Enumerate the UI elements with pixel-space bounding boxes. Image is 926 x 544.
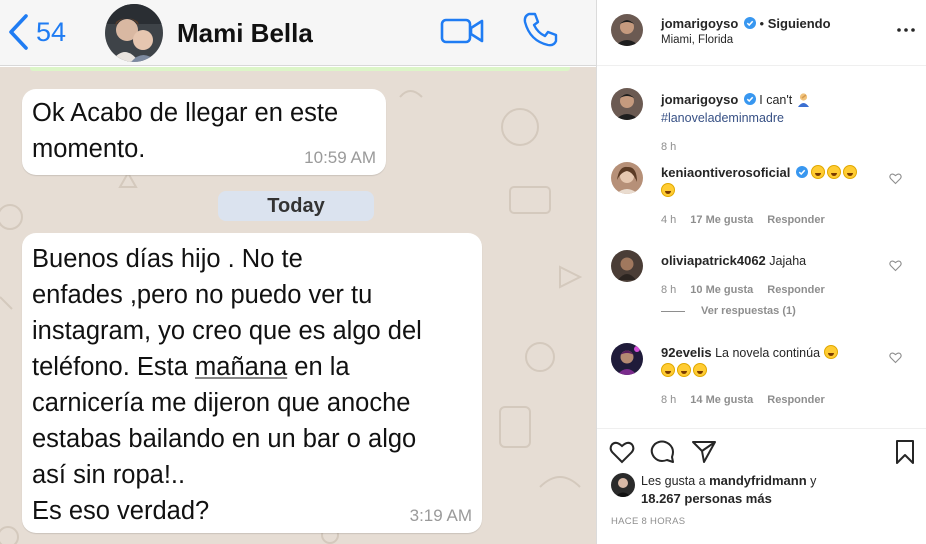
message-time: 3:19 AM bbox=[409, 506, 472, 525]
chat-header: 54 Mami Bella bbox=[0, 0, 596, 66]
caption: jomarigoyso I can't #lanovelademinmadre bbox=[661, 91, 881, 127]
comment-text: Jajaha bbox=[769, 254, 807, 268]
grinning-squinting-emoji bbox=[661, 363, 675, 377]
underlined-word[interactable]: mañana bbox=[195, 353, 287, 381]
message-time: 10:59 AM bbox=[304, 148, 376, 167]
username[interactable]: jomarigoyso bbox=[661, 92, 738, 107]
heart-icon[interactable] bbox=[609, 439, 635, 465]
contact-avatar[interactable] bbox=[105, 4, 163, 62]
view-replies-button[interactable]: Ver respuestas (1) bbox=[661, 305, 796, 317]
person-facepalming-icon bbox=[797, 93, 809, 107]
comment-likes[interactable]: 10 Me gusta bbox=[690, 284, 753, 296]
comment-icon[interactable] bbox=[650, 439, 676, 465]
rolling-laughing-emoji bbox=[661, 183, 675, 197]
caption-time: 8 h bbox=[661, 141, 677, 153]
post-header: jomarigoyso • Siguiendo Miami, Florida bbox=[597, 0, 926, 66]
caption-avatar[interactable] bbox=[611, 88, 643, 120]
comment-likes[interactable]: 14 Me gusta bbox=[690, 394, 753, 406]
comment: oliviapatrick4062 Jajaha bbox=[661, 252, 881, 270]
follow-status[interactable]: Siguiendo bbox=[768, 16, 831, 31]
comment: 92evelis La novela continúa bbox=[661, 344, 881, 380]
reply-button[interactable]: Responder bbox=[767, 394, 824, 406]
rolling-laughing-emoji bbox=[811, 165, 826, 179]
grinning-squinting-emoji bbox=[823, 345, 838, 359]
comment-meta: 8 h 14 Me gusta Responder bbox=[661, 394, 825, 406]
liker-username[interactable]: mandyfridmann bbox=[709, 473, 807, 488]
comment-likes[interactable]: 17 Me gusta bbox=[690, 214, 753, 226]
message-text: Buenos días hijo . No te enfades ,pero n… bbox=[32, 245, 422, 525]
likes-summary: Les gusta a mandyfridmann y 18.267 perso… bbox=[641, 473, 817, 506]
commenter-avatar[interactable] bbox=[611, 162, 643, 194]
comment-meta: 4 h 17 Me gusta Responder bbox=[661, 214, 825, 226]
username[interactable]: jomarigoyso bbox=[661, 16, 738, 31]
username[interactable]: keniaontiverosoficial bbox=[661, 165, 790, 180]
comment: keniaontiverosoficial bbox=[661, 164, 881, 200]
message-bubble[interactable]: Ok Acabo de llegar en este momento. 10:5… bbox=[22, 89, 386, 175]
reply-button[interactable]: Responder bbox=[767, 284, 824, 296]
chevron-left-icon bbox=[9, 14, 28, 50]
username[interactable]: oliviapatrick4062 bbox=[661, 253, 766, 268]
rolling-laughing-emoji bbox=[843, 165, 858, 179]
grinning-squinting-emoji bbox=[677, 363, 691, 377]
avatar[interactable] bbox=[611, 14, 643, 46]
post-location[interactable]: Miami, Florida bbox=[661, 34, 733, 46]
posted-time[interactable]: HACE 8 HORAS bbox=[611, 516, 685, 527]
day-separator: Today bbox=[218, 191, 374, 221]
smiling-emoji bbox=[693, 363, 707, 377]
previous-message-edge bbox=[30, 67, 570, 71]
comment-meta: 8 h 10 Me gusta Responder bbox=[661, 284, 825, 296]
hashtag-link[interactable]: #lanovelademinmadre bbox=[661, 111, 784, 125]
heart-icon[interactable] bbox=[889, 259, 902, 272]
bookmark-icon[interactable] bbox=[892, 439, 918, 465]
commenter-avatar[interactable] bbox=[611, 343, 643, 375]
verified-icon bbox=[743, 17, 756, 29]
username[interactable]: 92evelis bbox=[661, 345, 712, 360]
rolling-laughing-emoji bbox=[827, 165, 842, 179]
verified-icon bbox=[743, 93, 756, 105]
reply-button[interactable]: Responder bbox=[767, 214, 824, 226]
unread-count: 54 bbox=[36, 16, 67, 47]
liker-avatar[interactable] bbox=[611, 473, 635, 497]
video-call-icon[interactable] bbox=[440, 16, 484, 46]
verified-icon bbox=[795, 166, 808, 178]
likes-count[interactable]: 18.267 personas más bbox=[641, 491, 772, 506]
message-bubble[interactable]: Buenos días hijo . No te enfades ,pero n… bbox=[22, 233, 482, 533]
more-icon[interactable] bbox=[895, 22, 917, 38]
heart-icon[interactable] bbox=[889, 172, 902, 185]
share-icon[interactable] bbox=[691, 439, 717, 465]
comment-text: La novela continúa bbox=[715, 346, 821, 360]
whatsapp-screenshot: 54 Mami Bella Ok Acabo de llegar en este… bbox=[0, 0, 596, 544]
header-user-line: jomarigoyso • Siguiendo bbox=[661, 16, 831, 31]
phone-call-icon[interactable] bbox=[520, 10, 560, 50]
caption-text: I can't bbox=[759, 93, 793, 107]
instagram-panel: jomarigoyso • Siguiendo Miami, Florida j… bbox=[597, 0, 926, 544]
commenter-avatar[interactable] bbox=[611, 250, 643, 282]
heart-icon[interactable] bbox=[889, 351, 902, 364]
back-button[interactable]: 54 bbox=[6, 12, 66, 52]
contact-name[interactable]: Mami Bella bbox=[177, 18, 313, 49]
chat-area[interactable]: Ok Acabo de llegar en este momento. 10:5… bbox=[0, 67, 596, 544]
